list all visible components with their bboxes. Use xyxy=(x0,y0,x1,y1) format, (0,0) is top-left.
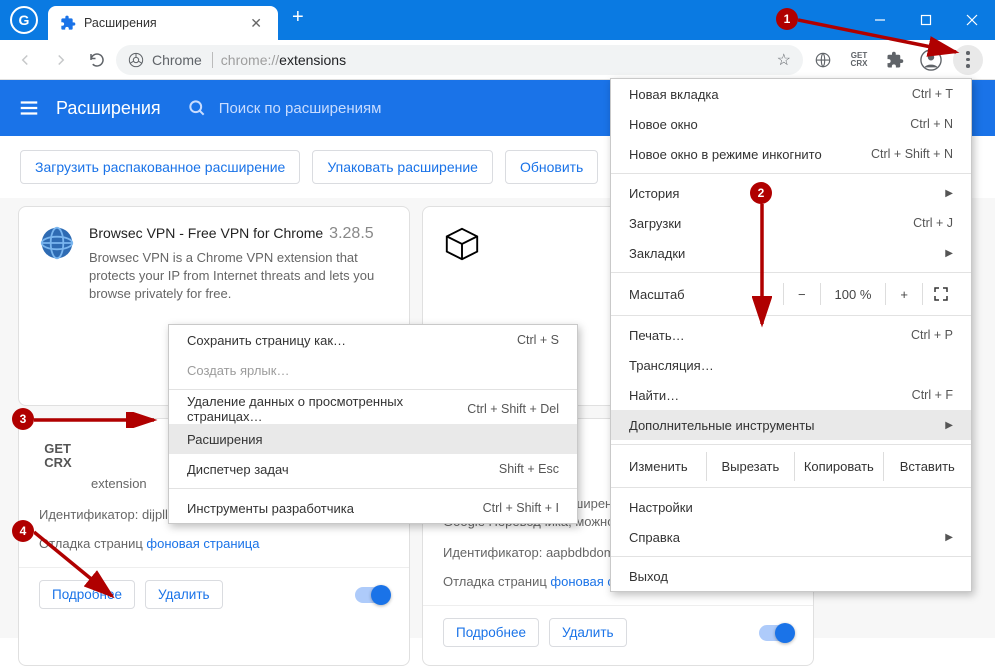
annotation-badge-2: 2 xyxy=(750,182,772,204)
extension-puzzle-icon xyxy=(60,15,76,31)
menu-downloads[interactable]: ЗагрузкиCtrl + J xyxy=(611,208,971,238)
zoom-value: 100 % xyxy=(821,287,886,302)
menu-new-tab[interactable]: Новая вкладкаCtrl + T xyxy=(611,79,971,109)
annotation-badge-4: 4 xyxy=(12,520,34,542)
omnibox-scheme: Chrome xyxy=(152,52,213,68)
submenu-save-as[interactable]: Сохранить страницу как…Ctrl + S xyxy=(169,325,577,355)
window-titlebar: G Расширения ✕ + xyxy=(0,0,995,40)
zoom-plus[interactable]: + xyxy=(886,287,922,302)
getcrx-icon[interactable]: GETCRX xyxy=(845,46,873,74)
maximize-button[interactable] xyxy=(903,0,949,40)
new-tab-button[interactable]: + xyxy=(278,6,318,29)
nav-forward-button[interactable] xyxy=(44,44,78,76)
extension-toggle[interactable] xyxy=(355,587,389,603)
load-unpacked-button[interactable]: Загрузить распакованное расширение xyxy=(20,150,300,184)
annotation-badge-1: 1 xyxy=(776,8,798,30)
submenu-create-shortcut[interactable]: Создать ярлык… xyxy=(169,355,577,385)
menu-settings[interactable]: Настройки xyxy=(611,492,971,522)
menu-incognito[interactable]: Новое окно в режиме инкогнитоCtrl + Shif… xyxy=(611,139,971,169)
update-button[interactable]: Обновить xyxy=(505,150,598,184)
details-button[interactable]: Подробнее xyxy=(443,618,539,647)
tab-title: Расширения xyxy=(84,16,246,30)
submenu-extensions[interactable]: Расширения xyxy=(169,424,577,454)
extension-icons-tray: GETCRX xyxy=(805,45,987,75)
remove-button[interactable]: Удалить xyxy=(145,580,223,609)
menu-paste[interactable]: Вставить xyxy=(883,452,971,481)
details-button[interactable]: Подробнее xyxy=(39,580,135,609)
extension-toggle[interactable] xyxy=(759,625,793,641)
zoom-minus[interactable]: − xyxy=(784,287,820,302)
menu-history[interactable]: История▶ xyxy=(611,178,971,208)
menu-new-window[interactable]: Новое окноCtrl + N xyxy=(611,109,971,139)
chrome-icon xyxy=(128,52,144,68)
extension-debug-label: Отладка страниц фоновая страница xyxy=(39,536,389,551)
menu-cast[interactable]: Трансляция… xyxy=(611,350,971,380)
globe-icon[interactable] xyxy=(809,46,837,74)
menu-find[interactable]: Найти…Ctrl + F xyxy=(611,380,971,410)
nav-back-button[interactable] xyxy=(8,44,42,76)
extensions-puzzle-icon[interactable] xyxy=(881,46,909,74)
menu-print[interactable]: Печать…Ctrl + P xyxy=(611,320,971,350)
omnibox-url: chrome://extensions xyxy=(221,52,346,68)
nav-reload-button[interactable] xyxy=(80,44,114,76)
extension-card-version: 3.28.5 xyxy=(329,225,373,242)
tab-close-icon[interactable]: ✕ xyxy=(246,15,266,32)
extension-card-description: Browsec VPN is a Chrome VPN extension th… xyxy=(89,249,389,304)
address-bar-row: Chrome chrome://extensions ☆ GETCRX xyxy=(0,40,995,80)
star-icon[interactable]: ☆ xyxy=(777,50,791,70)
menu-hamburger-icon[interactable] xyxy=(18,97,40,119)
annotation-badge-3: 3 xyxy=(12,408,34,430)
submenu-devtools[interactable]: Инструменты разработчикаCtrl + Shift + I xyxy=(169,493,577,523)
submenu-clear-data[interactable]: Удаление данных о просмотренных страница… xyxy=(169,394,577,424)
fullscreen-icon[interactable] xyxy=(933,286,949,302)
menu-cut[interactable]: Вырезать xyxy=(706,452,794,481)
extension-card-title: Browsec VPN - Free VPN for Chrome xyxy=(89,225,323,241)
profile-badge[interactable]: G xyxy=(10,6,38,34)
pack-extension-button[interactable]: Упаковать расширение xyxy=(312,150,493,184)
close-window-button[interactable] xyxy=(949,0,995,40)
chrome-menu-button[interactable] xyxy=(953,45,983,75)
menu-more-tools[interactable]: Дополнительные инструменты▶ xyxy=(611,410,971,440)
background-page-link[interactable]: фоновая страница xyxy=(146,536,259,551)
more-tools-submenu: Сохранить страницу как…Ctrl + S Создать … xyxy=(168,324,578,524)
menu-edit-row: Изменить Вырезать Копировать Вставить xyxy=(611,449,971,483)
menu-copy[interactable]: Копировать xyxy=(794,452,882,481)
minimize-button[interactable] xyxy=(857,0,903,40)
menu-help[interactable]: Справка▶ xyxy=(611,522,971,552)
browsec-globe-icon xyxy=(39,225,75,261)
menu-bookmarks[interactable]: Закладки▶ xyxy=(611,238,971,268)
cube-icon xyxy=(443,225,481,263)
chrome-main-menu: Новая вкладкаCtrl + T Новое окноCtrl + N… xyxy=(610,78,972,592)
extensions-search[interactable]: Поиск по расширениям xyxy=(187,98,382,118)
omnibox[interactable]: Chrome chrome://extensions ☆ xyxy=(116,45,803,75)
profile-avatar-icon[interactable] xyxy=(917,46,945,74)
extensions-page-title: Расширения xyxy=(56,98,161,119)
menu-exit[interactable]: Выход xyxy=(611,561,971,591)
search-placeholder: Поиск по расширениям xyxy=(219,100,382,117)
getcrx-card-icon: GETCRX xyxy=(39,437,77,475)
menu-zoom: Масштаб − 100 % + xyxy=(611,277,971,311)
remove-button[interactable]: Удалить xyxy=(549,618,627,647)
submenu-task-manager[interactable]: Диспетчер задачShift + Esc xyxy=(169,454,577,484)
search-icon xyxy=(187,98,207,118)
browser-tab[interactable]: Расширения ✕ xyxy=(48,6,278,40)
window-controls xyxy=(857,0,995,40)
